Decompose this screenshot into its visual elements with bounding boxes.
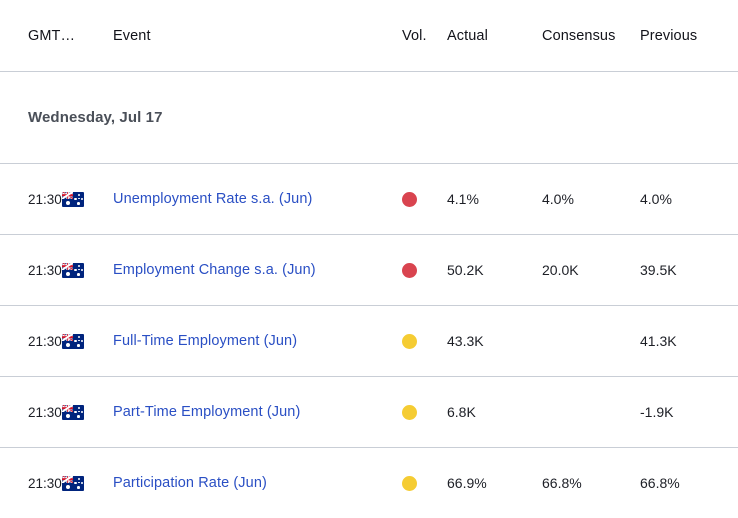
event-name-link[interactable]: Employment Change s.a. (Jun) — [113, 262, 316, 278]
country-flag — [62, 191, 84, 207]
actual-value: 43.3K — [447, 333, 484, 349]
table-row[interactable]: 21:30 Employment Change s.a. (Jun) 50.2K 2… — [0, 235, 738, 305]
event-name-link[interactable]: Unemployment Rate s.a. (Jun) — [113, 191, 312, 207]
volatility-indicator — [402, 191, 417, 207]
table-row[interactable]: 21:30 Unemployment Rate s.a. (Jun) 4.1% 4.… — [0, 164, 738, 234]
event-time: 21:30 — [28, 333, 62, 349]
australia-flag-icon — [62, 404, 84, 420]
table-row[interactable]: 21:30 Part-Time Employment (Jun) 6.8K -1.9… — [0, 377, 738, 447]
volatility-indicator — [402, 262, 417, 278]
volatility-dot-medium-icon — [402, 475, 417, 491]
australia-flag-icon — [62, 333, 84, 349]
previous-value: 41.3K — [640, 333, 677, 349]
country-flag — [62, 333, 84, 349]
consensus-value: 66.8% — [542, 475, 582, 491]
event-name-link[interactable]: Full-Time Employment (Jun) — [113, 333, 297, 349]
actual-value: 50.2K — [447, 262, 484, 278]
actual-value: 66.9% — [447, 475, 487, 491]
table-body: 21:30 Unemployment Rate s.a. (Jun) 4.1% 4.… — [0, 164, 738, 518]
event-name-link[interactable]: Part-Time Employment (Jun) — [113, 404, 300, 420]
column-header-event[interactable]: Event — [113, 28, 151, 44]
volatility-dot-high-icon — [402, 191, 417, 207]
date-group-label: Wednesday, Jul 17 — [28, 109, 163, 126]
column-header-time[interactable]: GMT… — [28, 28, 75, 44]
australia-flag-icon — [62, 191, 84, 207]
previous-value: 66.8% — [640, 475, 680, 491]
previous-value: 39.5K — [640, 262, 677, 278]
previous-value: 4.0% — [640, 191, 672, 207]
date-group-row: Wednesday, Jul 17 — [0, 72, 738, 163]
event-time: 21:30 — [28, 404, 62, 420]
previous-value: -1.9K — [640, 404, 674, 420]
consensus-value: 4.0% — [542, 191, 574, 207]
volatility-dot-high-icon — [402, 262, 417, 278]
volatility-indicator — [402, 404, 417, 420]
column-header-previous[interactable]: Previous — [640, 28, 697, 44]
column-header-volatility[interactable]: Vol. — [402, 28, 427, 44]
economic-calendar: GMT… Event Vol. Actual Consensus Previou… — [0, 0, 738, 508]
consensus-value: 20.0K — [542, 262, 579, 278]
column-header-consensus[interactable]: Consensus — [542, 28, 615, 44]
country-flag — [62, 262, 84, 278]
volatility-dot-medium-icon — [402, 333, 417, 349]
event-name-link[interactable]: Participation Rate (Jun) — [113, 475, 267, 491]
table-header-row: GMT… Event Vol. Actual Consensus Previou… — [0, 0, 738, 71]
actual-value: 6.8K — [447, 404, 476, 420]
event-time: 21:30 — [28, 475, 62, 491]
country-flag — [62, 475, 84, 491]
country-flag — [62, 404, 84, 420]
table-row[interactable]: 21:30 Full-Time Employment (Jun) 43.3K 41.… — [0, 306, 738, 376]
volatility-indicator — [402, 333, 417, 349]
event-time: 21:30 — [28, 262, 62, 278]
column-header-actual[interactable]: Actual — [447, 28, 488, 44]
volatility-indicator — [402, 475, 417, 491]
australia-flag-icon — [62, 475, 84, 491]
actual-value: 4.1% — [447, 191, 479, 207]
australia-flag-icon — [62, 262, 84, 278]
event-time: 21:30 — [28, 191, 62, 207]
volatility-dot-medium-icon — [402, 404, 417, 420]
